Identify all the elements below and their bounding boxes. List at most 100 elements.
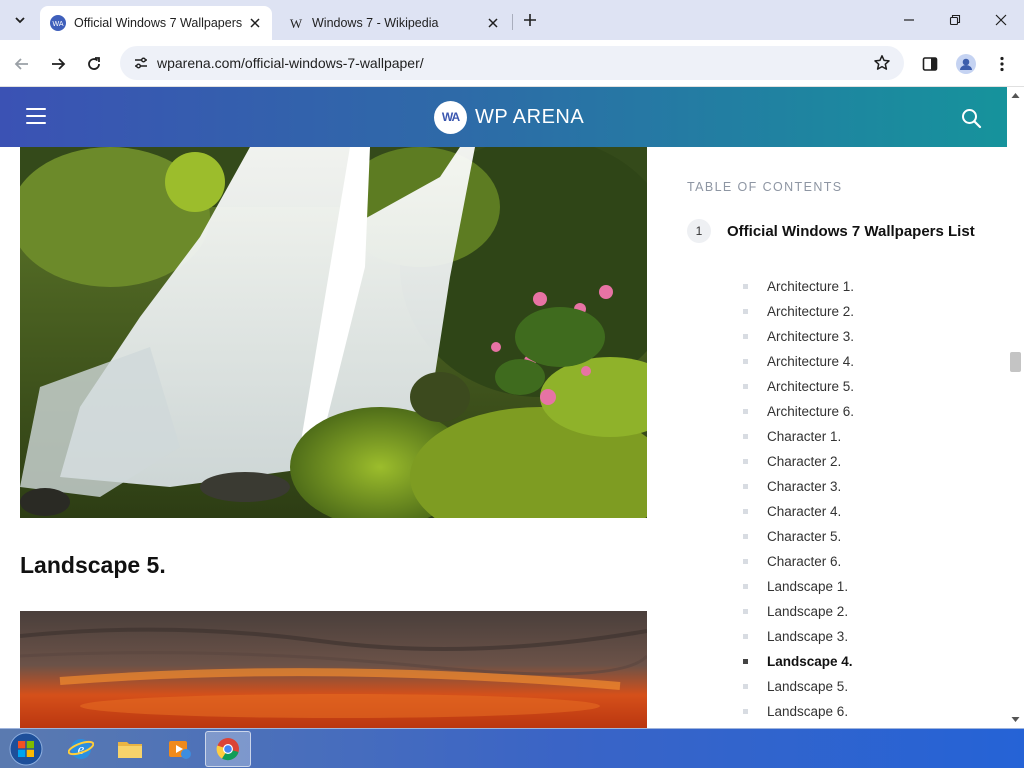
- toc-item-label: Character 2.: [767, 454, 842, 469]
- arrow-left-icon: [14, 58, 28, 70]
- scroll-down-icon[interactable]: [1011, 715, 1020, 724]
- taskbar-internet-explorer[interactable]: e: [58, 731, 104, 767]
- canyon-wallpaper-image: [20, 611, 647, 728]
- browser-tab-wikipedia[interactable]: W Windows 7 - Wikipedia: [278, 6, 510, 40]
- toc-item[interactable]: Landscape 5.: [743, 674, 854, 699]
- bullet-icon: [743, 709, 748, 714]
- toc-item-label: Architecture 1.: [767, 279, 855, 294]
- bullet-icon: [743, 459, 748, 464]
- profile-button[interactable]: [952, 50, 980, 78]
- tab-separator: [512, 14, 513, 30]
- toc-item[interactable]: Landscape 3.: [743, 624, 854, 649]
- new-tab-button[interactable]: [518, 8, 542, 32]
- taskbar-media-player[interactable]: [156, 731, 202, 767]
- side-panel-icon: [922, 57, 938, 71]
- plus-icon: [524, 14, 536, 26]
- address-bar[interactable]: wparena.com/official-windows-7-wallpaper…: [120, 46, 904, 80]
- bullet-icon: [743, 359, 748, 364]
- site-info-icon[interactable]: [132, 54, 150, 72]
- menu-button[interactable]: [26, 108, 46, 126]
- toc-item[interactable]: Architecture 5.: [743, 374, 854, 399]
- bullet-icon: [743, 284, 748, 289]
- avatar-icon: [956, 54, 976, 74]
- toc-item[interactable]: Character 2.: [743, 449, 854, 474]
- hamburger-bar: [26, 108, 46, 110]
- toc-item[interactable]: Character 5.: [743, 524, 854, 549]
- close-icon: [995, 14, 1007, 26]
- side-panel-button[interactable]: [916, 50, 944, 78]
- toc-item-label: Landscape 4.: [767, 654, 853, 669]
- restore-icon: [949, 14, 961, 26]
- start-orb-icon: [9, 732, 43, 766]
- tab-title: Official Windows 7 Wallpapers: [74, 16, 243, 30]
- toc-item[interactable]: Landscape 4.: [743, 649, 854, 674]
- toc-item[interactable]: Character 4.: [743, 499, 854, 524]
- bullet-icon: [743, 384, 748, 389]
- site-logo[interactable]: WA WP ARENA: [434, 100, 584, 134]
- bullet-icon: [743, 534, 748, 539]
- toc-item-label: Landscape 3.: [767, 629, 849, 644]
- arrow-right-icon: [52, 58, 66, 70]
- toc-title: TABLE OF CONTENTS: [687, 180, 843, 194]
- scroll-up-icon[interactable]: [1011, 91, 1020, 100]
- toc-item[interactable]: Architecture 3.: [743, 324, 854, 349]
- reload-icon: [88, 57, 100, 70]
- more-vertical-icon: [1000, 56, 1004, 72]
- back-button[interactable]: [8, 50, 36, 78]
- bullet-icon: [743, 434, 748, 439]
- toc-item[interactable]: Architecture 4.: [743, 349, 854, 374]
- toc-item-label: Architecture 3.: [767, 329, 855, 344]
- close-window-button[interactable]: [979, 6, 1023, 34]
- taskbar-file-explorer[interactable]: [107, 731, 153, 767]
- search-icon[interactable]: [960, 107, 982, 129]
- bullet-icon: [743, 684, 748, 689]
- bullet-icon: [743, 309, 748, 314]
- page-scrollbar[interactable]: [1007, 87, 1024, 728]
- toc-item[interactable]: Character 3.: [743, 474, 854, 499]
- reload-button[interactable]: [80, 50, 108, 78]
- toc-item[interactable]: Landscape 1.: [743, 574, 854, 599]
- tab-search-button[interactable]: [6, 6, 34, 34]
- scrollbar-thumb[interactable]: [1010, 352, 1021, 372]
- bullet-icon: [743, 634, 748, 639]
- toc-item[interactable]: Architecture 1.: [743, 274, 854, 299]
- logo-text: WP ARENA: [475, 105, 585, 128]
- toc-item[interactable]: Character 6.: [743, 549, 854, 574]
- minimize-icon: [904, 19, 914, 21]
- start-button[interactable]: [6, 731, 46, 767]
- toc-item[interactable]: Character 1.: [743, 424, 854, 449]
- toc-item[interactable]: Landscape 2.: [743, 599, 854, 624]
- chrome-icon: [216, 738, 239, 761]
- hamburger-bar: [26, 122, 46, 124]
- media-player-icon: [169, 741, 191, 759]
- toc-item-label: Landscape 2.: [767, 604, 849, 619]
- minimize-button[interactable]: [887, 6, 931, 34]
- toc-item[interactable]: Architecture 6.: [743, 399, 854, 424]
- toc-item-label: Character 4.: [767, 504, 842, 519]
- browser-tab-wparena[interactable]: WA Official Windows 7 Wallpapers: [40, 6, 272, 40]
- bullet-icon: [743, 609, 748, 614]
- page-viewport: WA WP ARENA Landscape 5. TABLE OF CONTEN…: [0, 87, 1024, 728]
- toc-list: Architecture 1. Architecture 2. Architectu…: [743, 274, 854, 724]
- browser-tab-strip: WA Official Windows 7 Wallpapers W Windo…: [0, 0, 1024, 40]
- toc-item-label: Architecture 4.: [767, 354, 855, 369]
- toc-item-label: Architecture 6.: [767, 404, 855, 419]
- bullet-icon: [743, 509, 748, 514]
- browser-menu-button[interactable]: [988, 50, 1016, 78]
- toc-item[interactable]: Architecture 2.: [743, 299, 854, 324]
- url-text[interactable]: wparena.com/official-windows-7-wallpaper…: [157, 55, 424, 71]
- toc-item-label: Landscape 5.: [767, 679, 849, 694]
- toc-item-label: Character 6.: [767, 554, 842, 569]
- bullet-icon: [743, 409, 748, 414]
- toc-section-link[interactable]: Official Windows 7 Wallpapers List: [727, 220, 977, 244]
- toc-section-number: 1: [687, 219, 711, 243]
- bookmark-button[interactable]: [872, 53, 892, 73]
- forward-button[interactable]: [44, 50, 72, 78]
- tab-close-button[interactable]: [484, 14, 502, 32]
- restore-button[interactable]: [933, 6, 977, 34]
- taskbar-chrome[interactable]: [205, 731, 251, 767]
- tab-title: Windows 7 - Wikipedia: [312, 16, 439, 30]
- bullet-icon: [743, 559, 748, 564]
- toc-item[interactable]: Landscape 6.: [743, 699, 854, 724]
- tab-close-button[interactable]: [246, 14, 264, 32]
